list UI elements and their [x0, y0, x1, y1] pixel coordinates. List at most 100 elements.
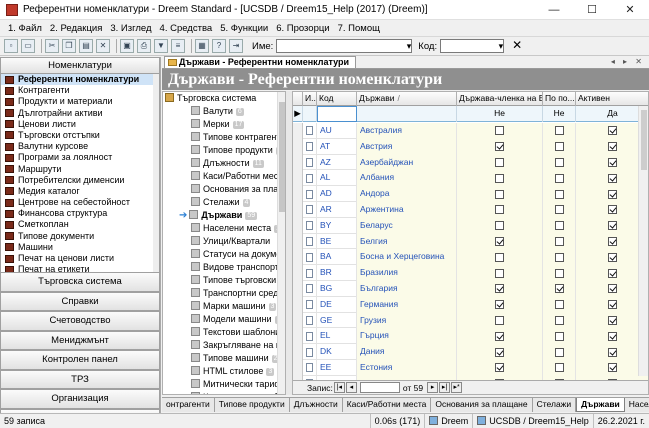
- row-selector[interactable]: [293, 170, 303, 187]
- active-checkbox[interactable]: [608, 300, 617, 310]
- active-checkbox[interactable]: [608, 268, 617, 278]
- tree-item[interactable]: Типове машини 2: [163, 352, 285, 365]
- po-checkbox[interactable]: [554, 315, 564, 325]
- table-row[interactable]: AL Албания: [293, 170, 648, 187]
- table-row[interactable]: GE Грузия: [293, 312, 648, 329]
- country-name-cell[interactable]: Андора: [357, 186, 457, 202]
- nav-item[interactable]: Референтни номенклатури: [1, 74, 159, 86]
- nav-item[interactable]: Печат на етикети: [1, 264, 159, 272]
- row-selector[interactable]: [293, 138, 303, 155]
- table-row[interactable]: AR Аржентина: [293, 201, 648, 218]
- exit-icon[interactable]: ⇥: [229, 39, 243, 53]
- code-filter-input[interactable]: [317, 106, 357, 122]
- country-name-cell[interactable]: Австрия: [357, 138, 457, 155]
- chevron-down-icon[interactable]: ▾: [499, 41, 504, 52]
- paste-icon[interactable]: ▤: [79, 39, 93, 53]
- maximize-button[interactable]: ☐: [573, 0, 611, 20]
- nav-item[interactable]: Сметкоплан: [1, 219, 159, 230]
- next-record-icon[interactable]: ▸: [427, 382, 439, 393]
- nav-item[interactable]: Валутни курсове: [1, 141, 159, 152]
- eu-checkbox[interactable]: [495, 221, 504, 231]
- active-checkbox[interactable]: [608, 252, 617, 262]
- cut-icon[interactable]: ✂: [45, 39, 59, 53]
- grid-scrollbar[interactable]: [638, 106, 648, 376]
- last-record-icon[interactable]: ▸|: [439, 382, 451, 393]
- table-row[interactable]: DE Германия: [293, 296, 648, 313]
- tree-item[interactable]: Улици/Квартали: [163, 235, 285, 248]
- section-header[interactable]: Счетоводство: [0, 311, 160, 331]
- active-checkbox[interactable]: [608, 173, 617, 183]
- new-document-icon[interactable]: ▫: [4, 39, 18, 53]
- active-checkbox[interactable]: [608, 363, 617, 373]
- po-checkbox[interactable]: [554, 363, 564, 373]
- country-name-cell[interactable]: Белгия: [357, 233, 457, 250]
- filter-icon[interactable]: ▼: [154, 39, 168, 53]
- active-checkbox[interactable]: [608, 205, 617, 215]
- eu-checkbox[interactable]: [495, 252, 504, 262]
- record-number-input[interactable]: [359, 382, 400, 393]
- eu-checkbox[interactable]: [495, 142, 504, 152]
- column-header[interactable]: Код: [317, 92, 357, 106]
- eu-checkbox[interactable]: [495, 189, 504, 199]
- eu-checkbox[interactable]: [495, 331, 504, 341]
- table-row[interactable]: BG България: [293, 280, 648, 297]
- po-checkbox[interactable]: [554, 252, 564, 262]
- po-checkbox[interactable]: [554, 236, 564, 246]
- section-header[interactable]: Търговска система: [0, 272, 160, 292]
- code-cell[interactable]: BA: [317, 249, 357, 266]
- sheet-tab[interactable]: Каси/Работни места: [342, 398, 432, 412]
- name-filter-input[interactable]: [357, 106, 457, 122]
- menu-edit[interactable]: 2. Редакция: [46, 23, 106, 34]
- code-cell[interactable]: AT: [317, 138, 357, 155]
- first-record-icon[interactable]: |◂: [333, 382, 345, 393]
- sheet-tab[interactable]: Населе: [624, 398, 649, 412]
- eu-checkbox[interactable]: [495, 173, 504, 183]
- row-selector[interactable]: [293, 201, 303, 218]
- close-window-button[interactable]: ✕: [611, 0, 649, 20]
- country-name-cell[interactable]: Гърция: [357, 328, 457, 345]
- code-search-input[interactable]: ▾: [440, 39, 505, 53]
- sheet-tab[interactable]: Основания за плащане: [431, 398, 533, 412]
- nav-item[interactable]: Медия каталог: [1, 186, 159, 197]
- tree-item[interactable]: Канал за продажби4: [163, 391, 285, 394]
- tree-root[interactable]: Търговска система: [163, 92, 285, 105]
- eu-checkbox[interactable]: [495, 363, 504, 373]
- menu-windows[interactable]: 6. Прозорци: [272, 23, 333, 34]
- section-header[interactable]: Организация: [0, 389, 160, 409]
- tab-countries[interactable]: Държави - Референтни номенклатури: [164, 56, 357, 68]
- code-cell[interactable]: AD: [317, 186, 357, 202]
- tree-item[interactable]: Видове транспорт4: [163, 261, 285, 274]
- nav-item[interactable]: Продукти и материали: [1, 96, 159, 107]
- row-selector[interactable]: [293, 265, 303, 281]
- column-header[interactable]: Държави /: [357, 92, 457, 106]
- po-checkbox[interactable]: [554, 268, 564, 278]
- table-row[interactable]: BE Белгия: [293, 233, 648, 250]
- table-row[interactable]: AD Андора: [293, 186, 648, 202]
- po-checkbox[interactable]: [554, 331, 564, 341]
- tab-scroll-arrows[interactable]: ◂ ▸ ✕: [611, 57, 645, 66]
- active-checkbox[interactable]: [608, 142, 617, 152]
- section-header-nomenclatures[interactable]: Номенклатури: [0, 57, 160, 74]
- tree-item[interactable]: Стелажи 4: [163, 196, 285, 209]
- eu-checkbox[interactable]: [495, 236, 504, 246]
- code-cell[interactable]: GE: [317, 312, 357, 329]
- country-name-cell[interactable]: Австралия: [357, 123, 457, 139]
- country-name-cell[interactable]: Босна и Херцеговина: [357, 249, 457, 266]
- code-cell[interactable]: AU: [317, 123, 357, 139]
- active-checkbox[interactable]: [608, 284, 617, 294]
- nav-item[interactable]: Програми за лоялност: [1, 152, 159, 163]
- table-row[interactable]: BA Босна и Херцеговина: [293, 249, 648, 266]
- column-header[interactable]: Държава-членка на ЕС: [457, 92, 543, 106]
- code-cell[interactable]: BE: [317, 233, 357, 250]
- po-checkbox[interactable]: [554, 284, 564, 294]
- row-selector[interactable]: [293, 154, 303, 171]
- table-row[interactable]: BR Бразилия: [293, 265, 648, 281]
- code-cell[interactable]: BG: [317, 280, 357, 297]
- chevron-down-icon[interactable]: ▾: [407, 41, 412, 52]
- code-cell[interactable]: BY: [317, 217, 357, 234]
- sheet-tab[interactable]: Държави: [576, 398, 625, 412]
- nav-item[interactable]: Ценови листи: [1, 119, 159, 130]
- eu-checkbox[interactable]: [495, 284, 504, 294]
- column-header[interactable]: И...: [303, 92, 317, 106]
- eu-checkbox[interactable]: [495, 126, 504, 136]
